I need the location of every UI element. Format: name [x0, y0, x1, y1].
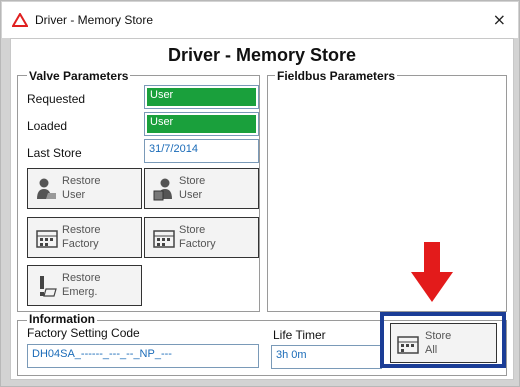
requested-value: User: [147, 88, 256, 106]
title-bar: Driver - Memory Store ×: [2, 2, 518, 38]
restore-emergency-line2: Emerg.: [62, 286, 98, 298]
close-icon[interactable]: ×: [493, 10, 506, 29]
store-factory-button[interactable]: Store Factory: [144, 217, 259, 258]
last-store-field: 31/7/2014: [144, 139, 259, 163]
information-title: Information: [27, 312, 97, 326]
restore-user-line2: User: [62, 189, 86, 201]
window-title: Driver - Memory Store: [35, 13, 154, 27]
factory-store-icon: [153, 230, 175, 248]
store-factory-line2: Factory: [179, 238, 216, 250]
valve-parameters-title: Valve Parameters: [27, 69, 131, 83]
factory-restore-icon: [36, 230, 58, 248]
store-factory-line1: Store: [179, 224, 206, 236]
fieldbus-parameters-group: [267, 75, 507, 312]
emergency-restore-icon: [40, 276, 57, 297]
life-timer-field: 3h 0m: [271, 345, 382, 369]
store-user-line1: Store: [179, 175, 206, 187]
loaded-field: User: [144, 112, 259, 136]
factory-code-field: DH04SA_------_---_--_NP_---: [27, 344, 259, 368]
loaded-value: User: [147, 115, 256, 133]
last-store-label: Last Store: [27, 146, 82, 160]
app-frame: Driver - Memory Store × Driver - Memory …: [0, 0, 520, 387]
restore-factory-line1: Restore: [62, 224, 101, 236]
restore-factory-line2: Factory: [62, 238, 99, 250]
user-restore-icon: [37, 178, 56, 199]
store-user-button[interactable]: Store User: [144, 168, 259, 209]
requested-field: User: [144, 85, 259, 109]
store-user-line2: User: [179, 189, 203, 201]
annotation-arrow-icon: [411, 242, 453, 302]
restore-user-button[interactable]: Restore User: [27, 168, 142, 209]
restore-factory-button[interactable]: Restore Factory: [27, 217, 142, 258]
life-timer-label: Life Timer: [273, 328, 326, 342]
restore-emergency-button[interactable]: Restore Emerg.: [27, 265, 142, 306]
fieldbus-parameters-title: Fieldbus Parameters: [275, 69, 398, 83]
page-title: Driver - Memory Store: [167, 45, 357, 65]
factory-code-label: Factory Setting Code: [27, 326, 140, 340]
restore-emergency-line1: Restore: [62, 272, 101, 284]
requested-label: Requested: [27, 92, 86, 106]
app-logo-icon: [12, 13, 28, 27]
restore-user-line1: Restore: [62, 175, 101, 187]
loaded-label: Loaded: [27, 119, 68, 133]
user-store-icon: [153, 178, 172, 201]
highlight-box: [380, 312, 506, 368]
